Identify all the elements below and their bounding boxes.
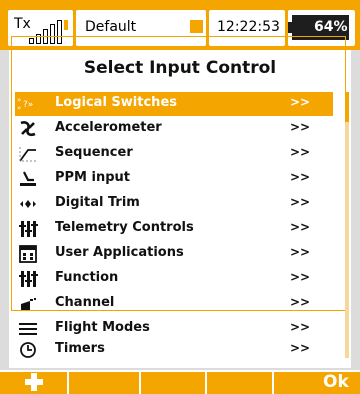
chevron-right-icon: >> <box>290 320 311 334</box>
ppm-input-icon <box>17 168 39 190</box>
digital-trim-icon <box>17 193 39 215</box>
list-item-label: Function <box>55 270 119 285</box>
timers-icon <box>17 339 39 361</box>
function-key-4[interactable] <box>207 370 274 394</box>
chevron-right-icon: >> <box>290 245 311 259</box>
clock-text: 12:22:53 <box>217 19 280 35</box>
list-item-accelerometer[interactable]: Accelerometer >> <box>15 117 333 141</box>
svg-text:»: » <box>17 104 21 112</box>
function-key-2[interactable] <box>69 370 141 394</box>
telemetry-controls-icon <box>17 218 39 240</box>
list-item-label: Flight Modes <box>55 320 150 335</box>
chevron-right-icon: >> <box>290 341 311 355</box>
list-item-channel[interactable]: Channel >> <box>15 292 333 316</box>
list-item-telemetry-controls[interactable]: Telemetry Controls >> <box>15 217 333 241</box>
list-item-sequencer[interactable]: Sequencer >> <box>15 142 333 166</box>
bottom-bar: Ok <box>0 370 360 394</box>
list-item-label: Accelerometer <box>55 120 162 135</box>
list-item-function[interactable]: Function >> <box>15 267 333 291</box>
channel-icon <box>17 293 39 315</box>
battery-percent: 64% <box>314 19 348 35</box>
function-key-3[interactable] <box>141 370 207 394</box>
user-applications-icon <box>17 243 39 265</box>
sequencer-icon <box>17 143 39 165</box>
list-item-label: User Applications <box>55 245 184 260</box>
list-item-label: Sequencer <box>55 145 133 160</box>
svg-text:?»: ?» <box>23 100 33 110</box>
list-item-label: Digital Trim <box>55 195 140 210</box>
chevron-right-icon: >> <box>290 145 311 159</box>
list-item-label: Telemetry Controls <box>55 220 194 235</box>
model-indicator-icon <box>190 20 203 33</box>
scroll-thumb[interactable] <box>345 92 349 122</box>
chevron-right-icon: >> <box>290 95 311 109</box>
chevron-right-icon: >> <box>290 295 311 309</box>
flight-modes-icon <box>17 318 39 340</box>
ok-label: Ok <box>323 372 349 392</box>
list-item-digital-trim[interactable]: Digital Trim >> <box>15 192 333 216</box>
ok-button[interactable]: Ok <box>274 370 360 394</box>
list-item-user-applications[interactable]: User Applications >> <box>15 242 333 266</box>
logical-switches-icon: »»?» <box>17 93 39 115</box>
accelerometer-icon <box>17 118 39 140</box>
chevron-right-icon: >> <box>290 170 311 184</box>
plus-icon <box>25 373 43 391</box>
list-item-logical-switches[interactable]: »»?» Logical Switches >> <box>15 92 333 116</box>
chevron-right-icon: >> <box>290 120 311 134</box>
chevron-right-icon: >> <box>290 220 311 234</box>
function-icon <box>17 268 39 290</box>
add-button[interactable] <box>0 370 69 394</box>
scrollbar[interactable] <box>345 92 349 358</box>
model-name: Default <box>85 19 137 35</box>
chevron-right-icon: >> <box>290 270 311 284</box>
chevron-right-icon: >> <box>290 195 311 209</box>
list-item-label: Timers <box>55 341 105 356</box>
list-item-timers[interactable]: Timers >> <box>15 338 333 362</box>
list-item-label: PPM input <box>55 170 131 185</box>
list-item-ppm-input[interactable]: PPM input >> <box>15 167 333 191</box>
list-item-label: Logical Switches <box>55 95 177 110</box>
list-item-label: Channel <box>55 295 115 310</box>
svg-text:»: » <box>17 96 21 104</box>
